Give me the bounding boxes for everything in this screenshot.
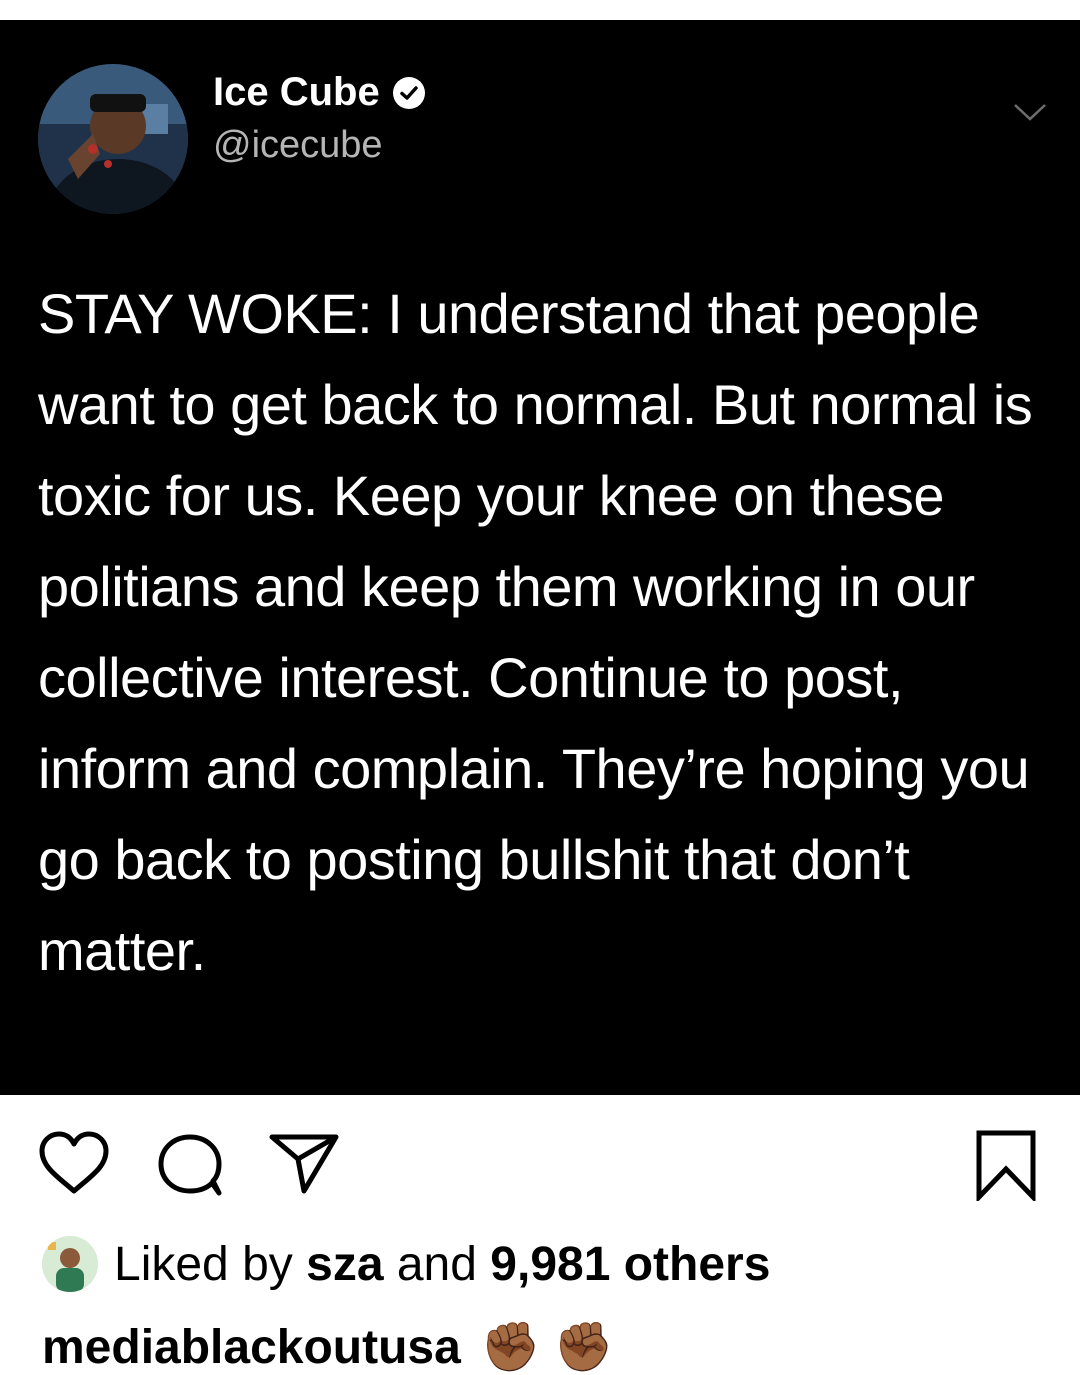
comment-icon[interactable]	[157, 1133, 225, 1197]
raised-fist-emoji: ✊🏾 ✊🏾	[480, 1321, 614, 1374]
likes-prefix: Liked by	[114, 1237, 307, 1291]
likes-count[interactable]: 9,981 others	[490, 1238, 770, 1291]
likes-row: Liked by sza and 9,981 others	[42, 1236, 770, 1292]
bookmark-icon[interactable]	[975, 1129, 1037, 1201]
paper-plane-icon[interactable]	[268, 1133, 340, 1195]
top-strip	[0, 0, 1080, 20]
chevron-down-icon[interactable]	[1012, 100, 1048, 124]
heart-icon[interactable]	[38, 1131, 110, 1197]
likes-summary[interactable]: Liked by sza and 9,981 others	[114, 1237, 770, 1292]
first-liker[interactable]: sza	[306, 1238, 383, 1291]
caption-username[interactable]: mediablackoutusa	[42, 1321, 461, 1374]
post-actions	[0, 1095, 1080, 1225]
tweet-card: Ice Cube @icecube STAY WOKE: I understan…	[0, 20, 1080, 1095]
profile-avatar[interactable]	[38, 64, 188, 214]
likes-middle: and	[383, 1237, 491, 1291]
liker-avatar[interactable]	[42, 1236, 98, 1292]
tweet-text: STAY WOKE: I understand that people want…	[38, 282, 1033, 982]
caption: mediablackoutusa ✊🏾 ✊🏾	[42, 1318, 614, 1375]
account-name-row: Ice Cube	[213, 70, 426, 115]
verified-badge-icon	[392, 76, 425, 109]
handle[interactable]: @icecube	[213, 124, 383, 167]
display-name[interactable]: Ice Cube	[213, 70, 380, 115]
